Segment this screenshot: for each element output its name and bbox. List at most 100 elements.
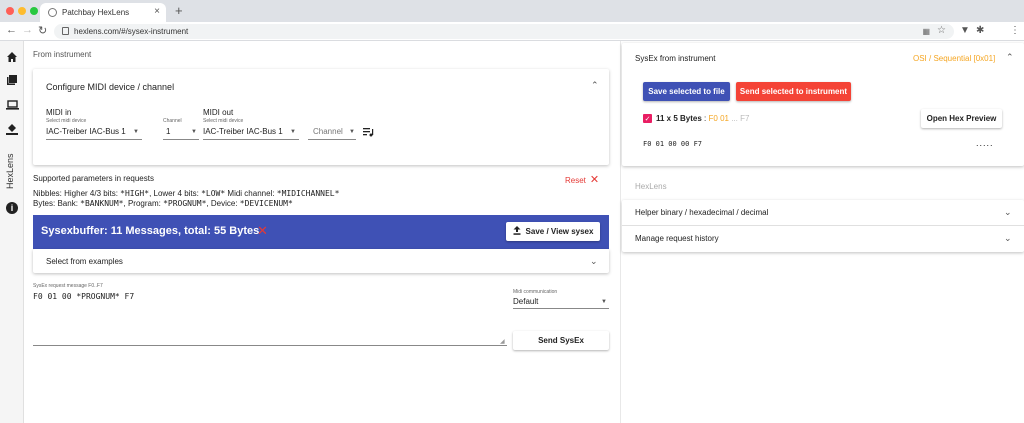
shield-extension-icon[interactable]: ▼	[960, 25, 970, 36]
save-selected-label: Save selected to file	[648, 87, 725, 96]
menu-kebab-icon[interactable]: ⋮	[1010, 25, 1020, 36]
globe-icon	[48, 8, 57, 17]
chevron-up-icon[interactable]: ⌃	[1006, 52, 1014, 63]
midi-comm-underline	[513, 308, 609, 309]
midi-in-channel-value[interactable]: 1	[166, 127, 170, 136]
midi-out-label: MIDI out	[203, 108, 234, 117]
midi-out-device-value[interactable]: IAC-Treiber IAC-Bus 1	[203, 127, 283, 136]
sysex-request-underline	[33, 345, 507, 346]
reset-button[interactable]: Reset ✕	[565, 173, 599, 186]
midi-in-device-underline	[46, 139, 142, 140]
examples-title: Select from examples	[46, 257, 123, 266]
chevron-up-icon[interactable]: ⌃	[591, 80, 599, 91]
request-history-row[interactable]: Manage request history ⌄	[622, 226, 1024, 252]
browser-toolbar: ← → ↻ hexlens.com/#/sysex-instrument ▦ ☆…	[0, 22, 1024, 41]
url-text: hexlens.com/#/sysex-instrument	[74, 27, 189, 36]
params-nibbles-line: Nibbles: Higher 4/3 bits: *HIGH*, Lower …	[33, 189, 340, 198]
midi-out-device-caption: Select midi device	[203, 118, 244, 124]
save-selected-button[interactable]: Save selected to file	[643, 82, 730, 101]
from-instrument-label: From instrument	[33, 50, 92, 59]
info-icon[interactable]: i	[6, 202, 18, 214]
hexlens-accordion: Helper binary / hexadecimal / decimal ⌄ …	[622, 200, 1024, 252]
browser-tab[interactable]: Patchbay HexLens ×	[40, 3, 166, 22]
lock-icon	[62, 27, 69, 35]
chevron-down-icon[interactable]: ⌄	[1004, 233, 1012, 244]
upload-icon	[513, 226, 521, 237]
reset-label: Reset	[565, 176, 586, 185]
sysex-mode-label: OSI / Sequential [0x01]	[913, 54, 996, 63]
open-hex-preview-button[interactable]: Open Hex Preview	[921, 109, 1002, 128]
open-hex-preview-label: Open Hex Preview	[926, 114, 997, 123]
puzzle-extension-icon[interactable]: ✱	[976, 25, 984, 36]
select-all-checkbox[interactable]: ✓	[643, 114, 652, 123]
midi-comm-caption: Midi communication	[513, 289, 558, 295]
hexlens-section-label: HexLens	[635, 182, 667, 191]
window-close-dot[interactable]	[6, 7, 14, 15]
caret-down-icon[interactable]: ▼	[133, 129, 139, 135]
back-icon[interactable]: ←	[6, 24, 17, 36]
save-view-sysex-button[interactable]: Save / View sysex	[506, 222, 600, 241]
save-view-sysex-label: Save / View sysex	[525, 227, 594, 236]
info-icon-wrap[interactable]: i	[5, 201, 19, 215]
sysex-panel-title: SysEx from instrument	[635, 54, 716, 63]
midi-in-device-value[interactable]: IAC-Treiber IAC-Bus 1	[46, 127, 126, 136]
helper-conversion-row[interactable]: Helper binary / hexadecimal / decimal ⌄	[622, 200, 1024, 226]
midi-out-channel-placeholder[interactable]: Channel	[313, 127, 343, 136]
bookmark-star-icon[interactable]: ☆	[937, 25, 946, 36]
midi-in-device-caption: Select midi device	[46, 118, 87, 124]
configure-midi-title[interactable]: Configure MIDI device / channel	[46, 82, 174, 92]
sysex-hex-line: F0 01 00 00 F7	[643, 140, 703, 148]
chevron-down-icon[interactable]: ⌄	[590, 256, 598, 267]
home-icon[interactable]	[5, 50, 19, 64]
caret-down-icon[interactable]: ▼	[290, 129, 296, 135]
more-dots[interactable]: .....	[976, 138, 994, 148]
hexlens-vertical-label: HexLens	[5, 153, 15, 189]
send-sysex-button[interactable]: Send SysEx	[513, 331, 609, 350]
midi-in-label: MIDI in	[46, 108, 72, 117]
side-rail: HexLens i	[0, 41, 24, 423]
midi-out-channel-underline	[308, 139, 356, 140]
midi-in-channel-underline	[163, 139, 199, 140]
sysex-request-input[interactable]: F0 01 00 *PROGNUM* F7	[33, 292, 134, 301]
params-bytes-line: Bytes: Bank: *BANKNUM*, Program: *PROGNU…	[33, 199, 293, 208]
reload-icon[interactable]: ↻	[38, 24, 47, 37]
new-tab-icon[interactable]: +	[175, 3, 183, 18]
browser-tabbar: Patchbay HexLens × +	[0, 0, 1024, 22]
send-sysex-label: Send SysEx	[538, 336, 584, 345]
close-tab-icon[interactable]: ×	[154, 6, 160, 17]
caret-down-icon[interactable]: ▼	[601, 299, 607, 305]
configure-midi-card: Configure MIDI device / channel ⌃ MIDI i…	[33, 69, 609, 165]
close-icon[interactable]: ✕	[257, 223, 268, 239]
window-maximize-dot[interactable]	[30, 7, 38, 15]
midi-in-channel-caption: Channel	[163, 118, 182, 124]
midi-comm-value[interactable]: Default	[513, 297, 538, 306]
caret-down-icon[interactable]: ▼	[191, 129, 197, 135]
midi-out-device-underline	[203, 139, 299, 140]
sysexbuffer-bar: Sysexbuffer: 11 Messages, total: 55 Byte…	[33, 215, 609, 249]
forward-icon[interactable]: →	[22, 24, 33, 36]
sysex-entry-summary: 11 x 5 Bytes : F0 01 ... F7	[656, 114, 750, 123]
apps-grid-icon[interactable]: ▦	[922, 27, 930, 36]
helper-conversion-title: Helper binary / hexadecimal / decimal	[635, 208, 769, 217]
tab-title: Patchbay HexLens	[62, 8, 130, 17]
library-icon[interactable]	[5, 73, 19, 87]
sysexbuffer-title: Sysexbuffer: 11 Messages, total: 55 Byte…	[41, 225, 260, 237]
paint-bucket-icon[interactable]	[5, 121, 19, 135]
params-help: Nibbles: Higher 4/3 bits: *HIGH*, Lower …	[33, 189, 339, 209]
supported-params-title: Supported parameters in requests	[33, 174, 154, 183]
window-minimize-dot[interactable]	[18, 7, 26, 15]
examples-panel[interactable]: Select from examples ⌄	[33, 249, 609, 273]
chevron-down-icon[interactable]: ⌄	[1004, 207, 1012, 218]
column-divider	[620, 41, 621, 423]
playlist-icon[interactable]	[363, 128, 374, 139]
address-bar[interactable]: hexlens.com/#/sysex-instrument ▦ ☆	[54, 24, 954, 39]
sysex-from-instrument-card: SysEx from instrument OSI / Sequential […	[622, 43, 1024, 166]
request-history-title: Manage request history	[635, 234, 719, 243]
laptop-icon[interactable]	[5, 98, 19, 112]
close-icon[interactable]: ✕	[590, 174, 599, 186]
send-selected-button[interactable]: Send selected to instrument	[736, 82, 851, 101]
caret-down-icon[interactable]: ▼	[349, 129, 355, 135]
sysex-request-caption: SysEx request message F0..F7	[33, 283, 103, 289]
resize-handle-icon[interactable]: ◢	[500, 338, 505, 345]
send-selected-label: Send selected to instrument	[739, 87, 848, 96]
